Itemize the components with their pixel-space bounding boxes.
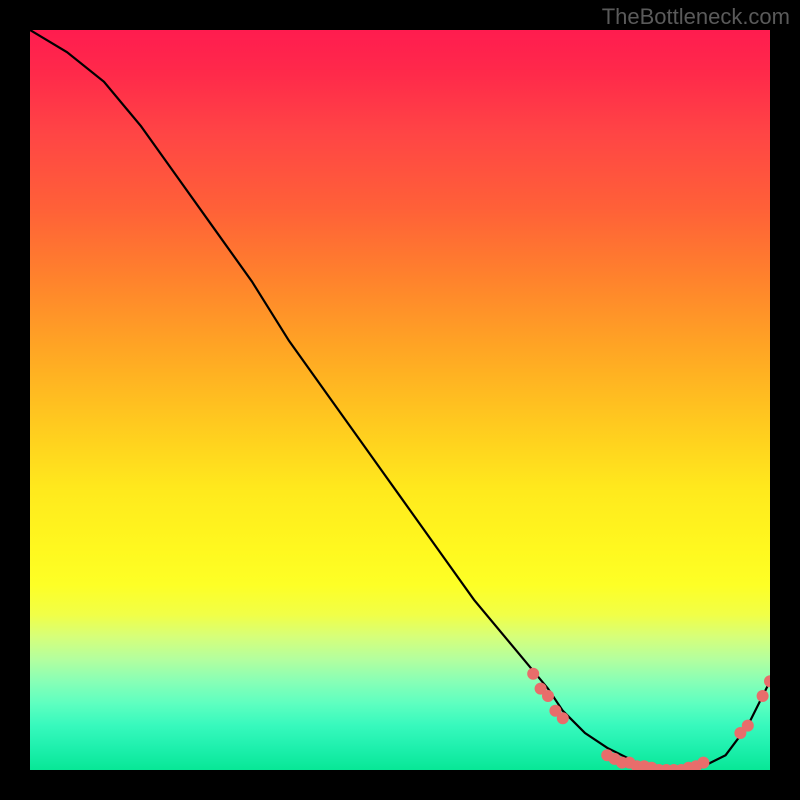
bottleneck-curve-line bbox=[30, 30, 770, 770]
data-marker bbox=[542, 690, 554, 702]
plot-area bbox=[30, 30, 770, 770]
chart-markers bbox=[527, 668, 770, 770]
data-marker bbox=[697, 757, 709, 769]
chart-container: TheBottleneck.com bbox=[0, 0, 800, 800]
data-marker bbox=[742, 720, 754, 732]
data-marker bbox=[527, 668, 539, 680]
chart-svg bbox=[30, 30, 770, 770]
data-marker bbox=[557, 712, 569, 724]
data-marker bbox=[764, 675, 770, 687]
data-marker bbox=[757, 690, 769, 702]
watermark-text: TheBottleneck.com bbox=[602, 4, 790, 30]
